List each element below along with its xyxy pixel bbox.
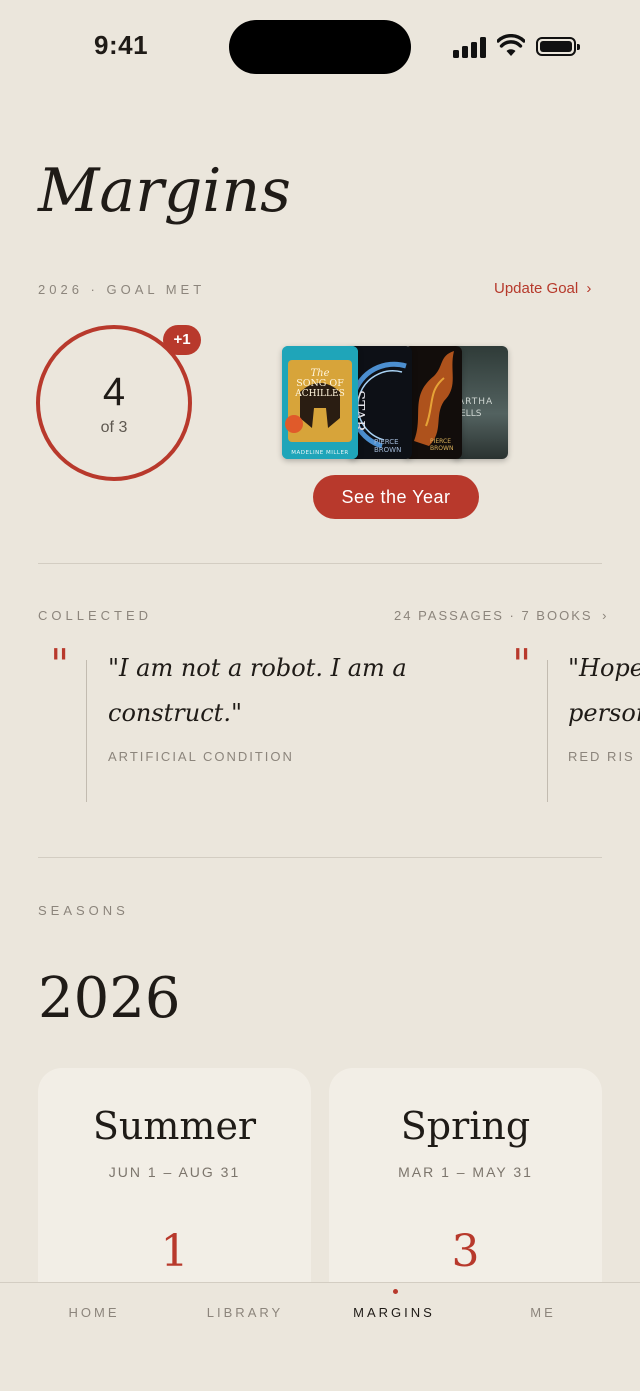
passages-summary-link[interactable]: 24 PASSAGES · 7 BOOKS › — [394, 608, 609, 623]
season-book-count: 3 — [451, 1226, 480, 1277]
divider — [38, 563, 602, 564]
tab-margins[interactable]: MARGINS — [314, 1305, 474, 1320]
collected-label: COLLECTED — [38, 608, 153, 623]
season-name: Spring — [400, 1104, 531, 1148]
goal-status-label: 2026 · GOAL MET — [38, 282, 206, 297]
svg-text:SONG OF: SONG OF — [296, 378, 344, 389]
season-book-count: 1 — [160, 1226, 189, 1277]
tab-home[interactable]: HOME — [14, 1305, 174, 1320]
svg-text:ELLS: ELLS — [460, 409, 482, 419]
page-title: Margins — [38, 156, 291, 226]
dynamic-island — [229, 20, 411, 74]
chevron-right-icon: › — [586, 280, 592, 297]
quote-mark-icon: " — [50, 640, 70, 689]
book-cover: The SONG OF ACHILLES MADELINE MILLER — [282, 346, 358, 459]
goal-count: 4 — [102, 370, 126, 414]
svg-text:PIERCE: PIERCE — [430, 438, 451, 445]
wifi-icon — [497, 34, 525, 56]
tab-library[interactable]: LIBRARY — [165, 1305, 325, 1320]
svg-text:ACHILLES: ACHILLES — [294, 389, 344, 399]
book-cover: PIERCE BROWN — [404, 346, 462, 459]
status-time: 9:41 — [94, 30, 149, 60]
seasons-label: SEASONS — [38, 903, 129, 918]
season-range: MAR 1 – MAY 31 — [398, 1164, 533, 1180]
quote-bar — [547, 660, 548, 802]
passages-summary: 24 PASSAGES · 7 BOOKS — [394, 608, 593, 623]
see-the-year-button[interactable]: See the Year — [313, 475, 479, 519]
battery-icon — [536, 37, 580, 56]
quote-text: "Hope person — [568, 654, 640, 727]
book-cover-stack[interactable]: ARTHA ELLS PIERCE BROWN STAR PIERCE BROWN Th… — [282, 346, 508, 459]
quote-source: ARTIFICIAL CONDITION — [108, 749, 294, 764]
update-goal-label: Update Goal — [494, 280, 579, 297]
signal-icon — [453, 36, 487, 58]
tab-me[interactable]: ME — [463, 1305, 623, 1320]
season-range: JUN 1 – AUG 31 — [108, 1164, 241, 1180]
goal-extra-badge: +1 — [163, 325, 201, 355]
svg-text:PIERCE: PIERCE — [374, 438, 399, 446]
active-tab-indicator — [393, 1289, 398, 1294]
chevron-right-icon: › — [602, 608, 609, 623]
quote-source: RED RIS — [568, 749, 635, 764]
svg-text:ARTHA: ARTHA — [458, 397, 493, 407]
tab-bar: HOME LIBRARY MARGINS ME — [0, 1282, 640, 1391]
season-name: Summer — [92, 1104, 257, 1148]
quote-text[interactable]: "I am not a robot. I am a construct." — [108, 646, 408, 736]
quote-bar — [86, 660, 87, 802]
goal-target: of 3 — [100, 419, 128, 436]
divider — [38, 857, 602, 858]
quote-card-peek[interactable]: "Hope person RED RIS — [568, 646, 640, 776]
season-year: 2026 — [38, 966, 181, 1031]
svg-text:BROWN: BROWN — [430, 445, 453, 452]
svg-text:MADELINE MILLER: MADELINE MILLER — [291, 450, 349, 456]
svg-text:BROWN: BROWN — [374, 446, 401, 454]
quote-mark-icon: " — [512, 640, 532, 689]
update-goal-link[interactable]: Update Goal › — [494, 280, 591, 297]
